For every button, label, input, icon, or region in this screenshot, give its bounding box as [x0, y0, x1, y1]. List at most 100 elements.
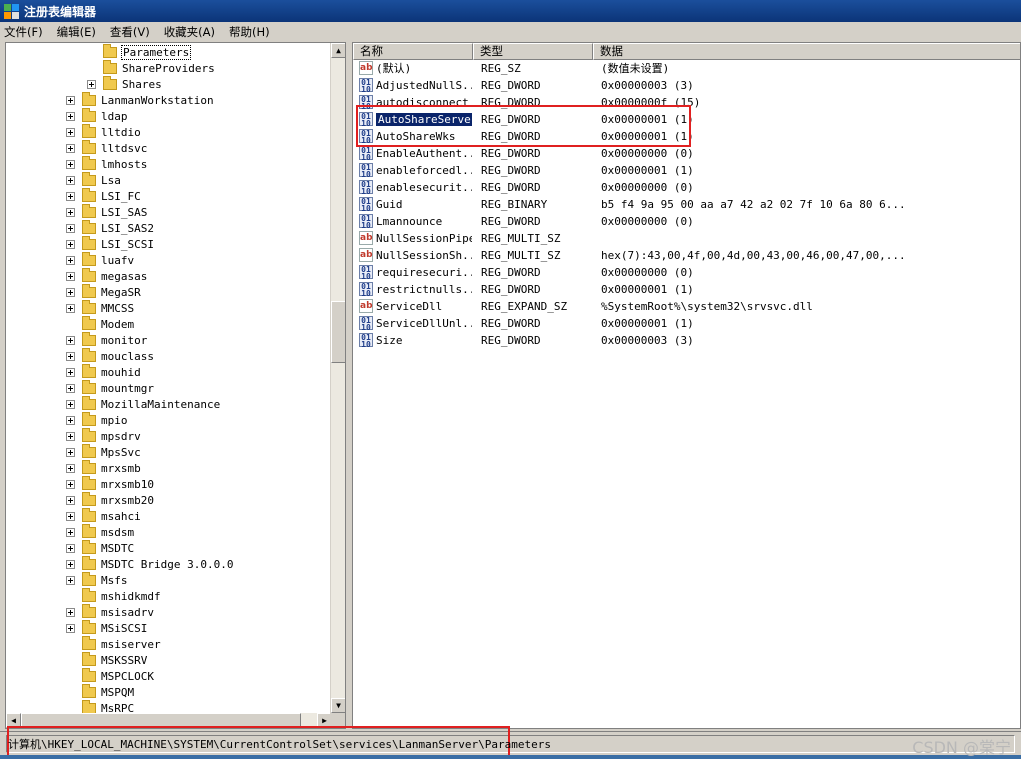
expand-plus-icon[interactable] — [66, 239, 75, 249]
expand-plus-icon[interactable] — [66, 559, 75, 569]
expand-plus-icon[interactable] — [66, 143, 75, 153]
expand-plus-icon[interactable] — [66, 495, 75, 505]
tree-item[interactable]: lltdsvc — [66, 139, 148, 156]
expand-plus-icon[interactable] — [66, 335, 75, 345]
values-list-pane[interactable]: 名称 类型 数据 ab (默认) REG_SZ (数值未设置) 01 10 Adjusted… — [352, 42, 1021, 729]
tree-item[interactable]: mrxsmb — [66, 459, 142, 476]
expand-plus-icon[interactable] — [66, 527, 75, 537]
value-row[interactable]: 01 10 enableforcedl... REG_DWORD 0x00000001 … — [353, 162, 1020, 179]
menu-view[interactable]: 查看(V) — [110, 24, 150, 40]
menu-help[interactable]: 帮助(H) — [229, 24, 270, 40]
tree-item[interactable]: LanmanWorkstation — [66, 91, 215, 108]
tree-item[interactable]: LSI_SCSI — [66, 235, 155, 252]
expand-plus-icon[interactable] — [66, 287, 75, 297]
expand-plus-icon[interactable] — [66, 623, 75, 633]
tree-item[interactable]: MozillaMaintenance — [66, 395, 221, 412]
tree-item[interactable]: MSPQM — [66, 683, 135, 700]
expand-plus-icon[interactable] — [66, 607, 75, 617]
tree-item[interactable]: MSiSCSI — [66, 619, 148, 636]
tree-item[interactable]: MSDTC Bridge 3.0.0.0 — [66, 555, 234, 572]
tree-item[interactable]: LSI_FC — [66, 187, 142, 204]
tree-item[interactable]: LSI_SAS2 — [66, 219, 155, 236]
tree-item[interactable]: msiserver — [66, 635, 162, 652]
value-row[interactable]: 01 10 AutoShareServer REG_DWORD 0x00000001 (… — [353, 111, 1020, 128]
tree-item[interactable]: Modem — [66, 315, 135, 332]
expand-plus-icon[interactable] — [66, 223, 75, 233]
tree-item[interactable]: MpsSvc — [66, 443, 142, 460]
value-row[interactable]: 01 10 Size REG_DWORD 0x00000003 (3) — [353, 332, 1020, 349]
tree-vertical-scrollbar[interactable]: ▲ ▼ — [330, 43, 345, 713]
menu-edit[interactable]: 编辑(E) — [57, 24, 96, 40]
column-header-data[interactable]: 数据 — [593, 43, 1020, 60]
value-row[interactable]: ab (默认) REG_SZ (数值未设置) — [353, 60, 1020, 77]
value-row[interactable]: 01 10 Lmannounce REG_DWORD 0x00000000 (0) — [353, 213, 1020, 230]
tree-item[interactable]: msahci — [66, 507, 142, 524]
key-tree-pane[interactable]: Parameters ShareProviders Shares LanmanWork… — [5, 42, 346, 729]
expand-plus-icon[interactable] — [66, 415, 75, 425]
expand-plus-icon[interactable] — [66, 175, 75, 185]
tree-item[interactable]: luafv — [66, 251, 135, 268]
expand-plus-icon[interactable] — [66, 511, 75, 521]
scroll-up-arrow-icon[interactable]: ▲ — [331, 43, 345, 58]
tree-item[interactable]: ShareProviders — [87, 59, 216, 76]
expand-plus-icon[interactable] — [66, 543, 75, 553]
expand-plus-icon[interactable] — [66, 575, 75, 585]
tree-item[interactable]: monitor — [66, 331, 148, 348]
tree-item[interactable]: mrxsmb20 — [66, 491, 155, 508]
tree-hscroll-thumb[interactable] — [21, 713, 301, 728]
tree-item[interactable]: LSI_SAS — [66, 203, 148, 220]
tree-item[interactable]: Msfs — [66, 571, 129, 588]
tree-item[interactable]: megasas — [66, 267, 148, 284]
tree-item[interactable]: Parameters — [87, 43, 192, 60]
value-row[interactable]: ab ServiceDll REG_EXPAND_SZ %SystemRoot%\sy… — [353, 298, 1020, 315]
tree-item[interactable]: mshidkmdf — [66, 587, 162, 604]
value-row[interactable]: 01 10 ServiceDllUnl... REG_DWORD 0x00000001 … — [353, 315, 1020, 332]
value-row[interactable]: ab NullSessionSh... REG_MULTI_SZ hex(7):43,… — [353, 247, 1020, 264]
tree-item[interactable]: MSDTC — [66, 539, 135, 556]
expand-plus-icon[interactable] — [66, 95, 75, 105]
expand-plus-icon[interactable] — [66, 191, 75, 201]
value-row[interactable]: 01 10 Guid REG_BINARY b5 f4 9a 95 00 aa a7 4… — [353, 196, 1020, 213]
value-row[interactable]: 01 10 enablesecurit... REG_DWORD 0x00000000 … — [353, 179, 1020, 196]
tree-item[interactable]: MsRPC — [66, 699, 135, 713]
expand-plus-icon[interactable] — [66, 127, 75, 137]
expand-plus-icon[interactable] — [66, 399, 75, 409]
expand-plus-icon[interactable] — [66, 479, 75, 489]
expand-plus-icon[interactable] — [66, 303, 75, 313]
menu-file[interactable]: 文件(F) — [4, 24, 43, 40]
expand-plus-icon[interactable] — [66, 447, 75, 457]
tree-scroll-thumb[interactable] — [331, 301, 345, 363]
expand-plus-icon[interactable] — [66, 367, 75, 377]
expand-plus-icon[interactable] — [87, 79, 96, 89]
expand-plus-icon[interactable] — [66, 271, 75, 281]
tree-item[interactable]: mountmgr — [66, 379, 155, 396]
tree-item[interactable]: Shares — [87, 75, 163, 92]
expand-plus-icon[interactable] — [66, 463, 75, 473]
tree-item[interactable]: MMCSS — [66, 299, 135, 316]
tree-item[interactable]: MSPCLOCK — [66, 667, 155, 684]
column-header-name[interactable]: 名称 — [353, 43, 473, 60]
value-row[interactable]: 01 10 autodisconnect REG_DWORD 0x0000000f (1… — [353, 94, 1020, 111]
expand-plus-icon[interactable] — [66, 159, 75, 169]
column-header-type[interactable]: 类型 — [473, 43, 593, 60]
tree-item[interactable]: msisadrv — [66, 603, 155, 620]
tree-item[interactable]: mouclass — [66, 347, 155, 364]
value-row[interactable]: ab NullSessionPipes REG_MULTI_SZ — [353, 230, 1020, 247]
scroll-down-arrow-icon[interactable]: ▼ — [331, 698, 345, 713]
tree-item[interactable]: MSKSSRV — [66, 651, 148, 668]
tree-item[interactable]: mpsdrv — [66, 427, 142, 444]
value-row[interactable]: 01 10 requiresecuri... REG_DWORD 0x00000000 … — [353, 264, 1020, 281]
expand-plus-icon[interactable] — [66, 207, 75, 217]
tree-item[interactable]: mrxsmb10 — [66, 475, 155, 492]
expand-plus-icon[interactable] — [66, 351, 75, 361]
value-row[interactable]: 01 10 EnableAuthent... REG_DWORD 0x00000000 … — [353, 145, 1020, 162]
menu-favorites[interactable]: 收藏夹(A) — [164, 24, 215, 40]
tree-horizontal-scrollbar[interactable]: ◀ ▶ — [6, 713, 332, 728]
expand-plus-icon[interactable] — [66, 255, 75, 265]
tree-item[interactable]: Lsa — [66, 171, 122, 188]
expand-plus-icon[interactable] — [66, 431, 75, 441]
scroll-left-arrow-icon[interactable]: ◀ — [6, 713, 21, 728]
tree-item[interactable]: MegaSR — [66, 283, 142, 300]
expand-plus-icon[interactable] — [66, 383, 75, 393]
tree-item[interactable]: mouhid — [66, 363, 142, 380]
